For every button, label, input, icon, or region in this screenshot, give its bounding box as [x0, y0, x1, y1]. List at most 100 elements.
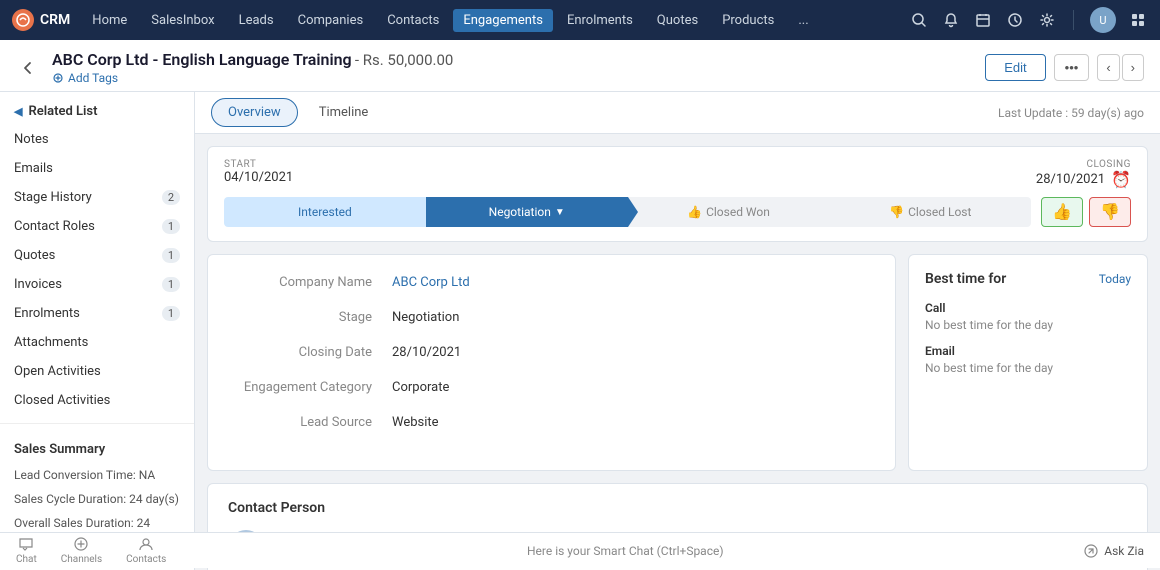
logo[interactable]: CRM — [12, 9, 70, 31]
nav-contacts[interactable]: Contacts — [377, 9, 449, 32]
main-layout: ◀ Related List Notes Emails Stage Histor… — [0, 92, 1160, 570]
nav-enrolments[interactable]: Enrolments — [557, 9, 643, 32]
stage-actions: 👍 👎 — [1041, 197, 1131, 227]
tabs: Overview Timeline — [211, 98, 385, 127]
header-left: ABC Corp Ltd - English Language Training… — [16, 50, 453, 85]
grid-icon[interactable] — [1128, 10, 1148, 30]
today-badge[interactable]: Today — [1099, 272, 1131, 286]
tabs-bar: Overview Timeline Last Update : 59 day(s… — [195, 92, 1160, 134]
field-engagement-category: Engagement Category Corporate — [232, 380, 871, 395]
sidebar-item-quotes[interactable]: Quotes 1 — [0, 241, 194, 270]
user-avatar[interactable]: U — [1090, 7, 1116, 33]
sidebar-divider — [0, 423, 194, 424]
stage-card: START 04/10/2021 CLOSING 28/10/2021 ⏰ In… — [207, 146, 1148, 242]
lead-source-value: Website — [392, 415, 439, 430]
reject-button[interactable]: 👎 — [1089, 197, 1131, 227]
related-list-arrow: ◀ — [14, 105, 22, 118]
nav-more[interactable]: ... — [788, 9, 818, 32]
sidebar-item-notes[interactable]: Notes — [0, 125, 194, 154]
stage-step-closed-lost[interactable]: 👎 Closed Lost — [829, 197, 1031, 227]
channels-icon-button[interactable]: Channels — [61, 536, 102, 565]
field-stage: Stage Negotiation — [232, 310, 871, 325]
nav-leads[interactable]: Leads — [229, 9, 284, 32]
bottom-icons: Chat Channels Contacts — [16, 536, 166, 565]
ask-zia-button[interactable]: Ask Zia — [1084, 544, 1144, 558]
negotiation-dropdown-icon: ▼ — [555, 207, 565, 218]
thumbs-down-icon: 👎 — [889, 205, 904, 219]
related-list-header: ◀ Related List — [0, 92, 194, 125]
last-update-text: Last Update : 59 day(s) ago — [998, 106, 1144, 120]
sidebar-item-stage-history[interactable]: Stage History 2 — [0, 183, 194, 212]
page-title: ABC Corp Ltd - English Language Training… — [52, 50, 453, 69]
sidebar: ◀ Related List Notes Emails Stage Histor… — [0, 92, 195, 570]
nav-salesinbox[interactable]: SalesInbox — [141, 9, 224, 32]
summary-sales-cycle: Sales Cycle Duration: 24 day(s) — [0, 487, 194, 511]
approve-button[interactable]: 👍 — [1041, 197, 1083, 227]
nav-home[interactable]: Home — [82, 9, 137, 32]
stage-value: Negotiation — [392, 310, 459, 325]
stage-step-negotiation[interactable]: Negotiation ▼ — [426, 197, 628, 227]
add-tags-button[interactable]: Add Tags — [52, 71, 453, 85]
logo-icon — [12, 9, 34, 31]
sidebar-item-emails[interactable]: Emails — [0, 154, 194, 183]
search-icon[interactable] — [909, 10, 929, 30]
nav-companies[interactable]: Companies — [288, 9, 374, 32]
sidebar-item-open-activities[interactable]: Open Activities — [0, 357, 194, 386]
tab-timeline[interactable]: Timeline — [302, 98, 386, 127]
nav-arrows: ‹ › — [1097, 54, 1144, 81]
best-time-panel: Best time for Today Call No best time fo… — [908, 254, 1148, 471]
edit-button[interactable]: Edit — [985, 54, 1045, 81]
content-area: Overview Timeline Last Update : 59 day(s… — [195, 92, 1160, 570]
stage-dates: START 04/10/2021 CLOSING 28/10/2021 ⏰ — [224, 159, 1131, 189]
engagement-category-value: Corporate — [392, 380, 449, 395]
nav-products[interactable]: Products — [712, 9, 784, 32]
next-button[interactable]: › — [1122, 54, 1144, 81]
calendar-icon[interactable] — [973, 10, 993, 30]
company-name-value[interactable]: ABC Corp Ltd — [392, 275, 470, 290]
sales-summary-title: Sales Summary — [0, 432, 194, 463]
topnav-right: U — [909, 7, 1148, 33]
stage-progress-bar: Interested Negotiation ▼ 👍 Closed Won 👎 … — [224, 197, 1131, 227]
thumbs-up-icon: 👍 — [687, 205, 702, 219]
field-closing-date: Closing Date 28/10/2021 — [232, 345, 871, 360]
stage-step-interested[interactable]: Interested — [224, 197, 426, 227]
summary-lead-conversion: Lead Conversion Time: NA — [0, 463, 194, 487]
sidebar-item-contact-roles[interactable]: Contact Roles 1 — [0, 212, 194, 241]
prev-button[interactable]: ‹ — [1097, 54, 1119, 81]
logo-text: CRM — [40, 12, 70, 28]
details-grid: Company Name ABC Corp Ltd Stage Negotiat… — [207, 254, 1148, 471]
sidebar-item-enrolments[interactable]: Enrolments 1 — [0, 299, 194, 328]
top-navigation: CRM Home SalesInbox Leads Companies Cont… — [0, 0, 1160, 40]
sidebar-item-closed-activities[interactable]: Closed Activities — [0, 386, 194, 415]
start-date-block: START 04/10/2021 — [224, 159, 293, 189]
nav-quotes[interactable]: Quotes — [647, 9, 708, 32]
closing-date-value: 28/10/2021 — [392, 345, 461, 360]
clock-warning-icon: ⏰ — [1111, 170, 1131, 189]
stage-step-closed-won[interactable]: 👍 Closed Won — [628, 197, 830, 227]
page-header: ABC Corp Ltd - English Language Training… — [0, 40, 1160, 92]
details-main: Company Name ABC Corp Ltd Stage Negotiat… — [207, 254, 896, 471]
chat-icon-button[interactable]: Chat — [16, 536, 37, 565]
best-time-call: Call No best time for the day — [925, 301, 1131, 332]
field-lead-source: Lead Source Website — [232, 415, 871, 430]
stage-steps: Interested Negotiation ▼ 👍 Closed Won 👎 … — [224, 197, 1031, 227]
settings-icon[interactable] — [1037, 10, 1057, 30]
clock-icon[interactable] — [1005, 10, 1025, 30]
divider — [1073, 10, 1074, 30]
bottom-bar: Chat Channels Contacts Here is your Smar… — [0, 532, 1160, 568]
contacts-icon-button[interactable]: Contacts — [126, 536, 166, 565]
field-company-name: Company Name ABC Corp Ltd — [232, 275, 871, 290]
back-button[interactable] — [16, 56, 40, 80]
best-time-email: Email No best time for the day — [925, 344, 1131, 375]
page-title-block: ABC Corp Ltd - English Language Training… — [52, 50, 453, 85]
smart-chat-text: Here is your Smart Chat (Ctrl+Space) — [198, 544, 1052, 558]
more-button[interactable]: ••• — [1054, 54, 1090, 81]
closing-date-block: CLOSING 28/10/2021 ⏰ — [1036, 159, 1131, 189]
notifications-icon[interactable] — [941, 10, 961, 30]
header-right: Edit ••• ‹ › — [985, 54, 1144, 81]
nav-engagements[interactable]: Engagements — [453, 9, 553, 32]
sidebar-item-invoices[interactable]: Invoices 1 — [0, 270, 194, 299]
sidebar-item-attachments[interactable]: Attachments — [0, 328, 194, 357]
best-time-header: Best time for Today — [925, 271, 1131, 287]
tab-overview[interactable]: Overview — [211, 98, 298, 127]
